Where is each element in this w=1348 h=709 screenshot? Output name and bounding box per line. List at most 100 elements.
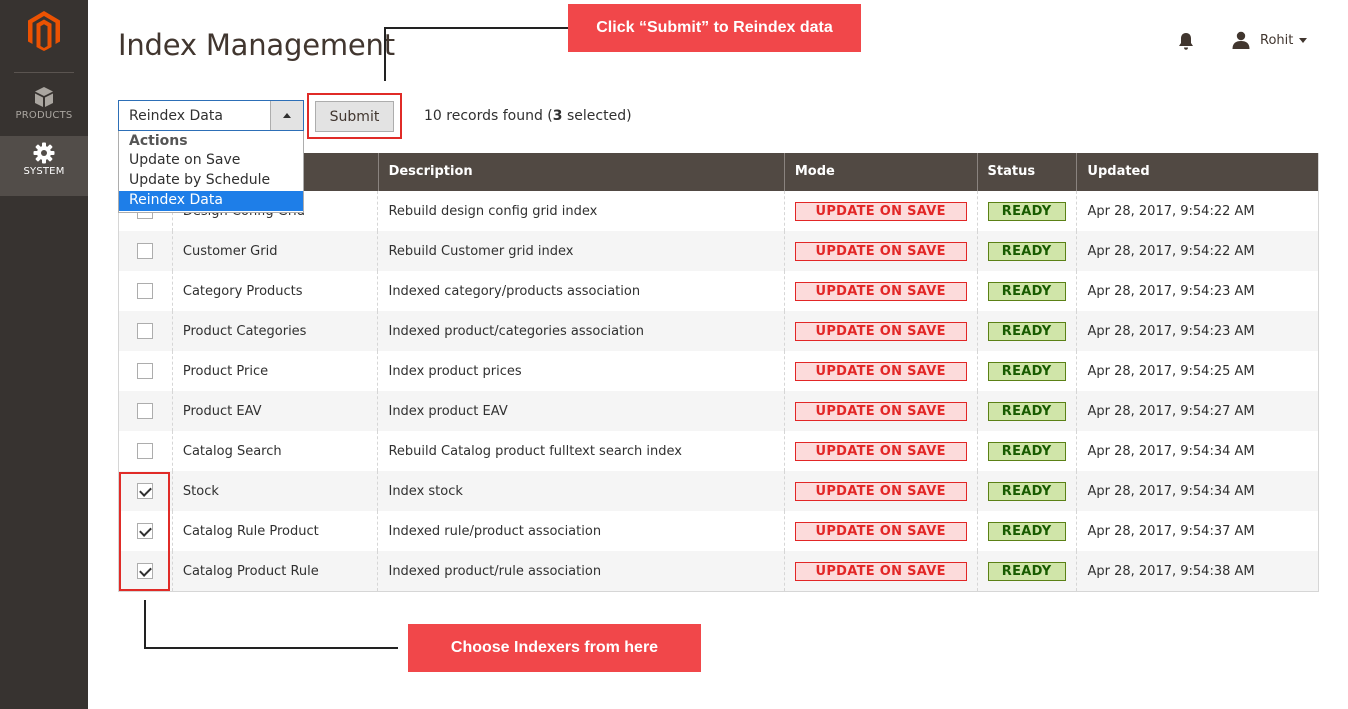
mode-badge: UPDATE ON SAVE [794, 521, 967, 541]
grid-body: Design Config GridRebuild design config … [119, 191, 1318, 591]
row-checkbox[interactable] [137, 363, 154, 379]
table-row: Category Products Indexed category/produc… [119, 271, 1318, 311]
indexer-description: Indexed category/products association [377, 271, 783, 311]
dropdown-group-label: Actions [129, 133, 188, 149]
sidebar-item-products[interactable]: PRODUCTS [0, 80, 88, 140]
option-update-by-schedule[interactable]: Update by Schedule [119, 171, 303, 191]
updated-timestamp: Apr 28, 2017, 9:54:34 AM [1076, 431, 1318, 471]
row-select-cell [119, 391, 172, 431]
callout-submit-hint: Click “Submit” to Reindex data [568, 4, 861, 52]
updated-timestamp: Apr 28, 2017, 9:54:38 AM [1076, 551, 1318, 591]
chevron-down-icon [1299, 37, 1308, 43]
table-row: Product Price Index product prices UPDATE … [119, 351, 1318, 391]
row-checkbox[interactable] [137, 323, 154, 339]
indexer-name: Product Categories [171, 311, 378, 351]
status-badge: READY [987, 201, 1066, 221]
mass-action-dropdown: Actions Update on Save Update by Schedul… [118, 131, 304, 213]
mode-cell: UPDATE ON SAVE [783, 231, 977, 271]
status-cell: READY [976, 191, 1077, 231]
row-select-cell [119, 311, 172, 351]
row-checkbox[interactable] [137, 403, 154, 419]
status-cell: READY [976, 551, 1077, 591]
mode-badge: UPDATE ON SAVE [794, 321, 967, 341]
option-update-on-save[interactable]: Update on Save [119, 151, 303, 171]
gear-icon [33, 142, 55, 164]
status-cell: READY [976, 391, 1077, 431]
status-cell: READY [976, 431, 1077, 471]
mass-action-select[interactable]: Reindex Data [118, 100, 304, 131]
callout-connector-line [144, 600, 146, 648]
mode-cell: UPDATE ON SAVE [783, 351, 977, 391]
column-header-description[interactable]: Description [377, 153, 784, 191]
sidebar-item-label: SYSTEM [23, 166, 65, 177]
indexer-name: Catalog Product Rule [171, 551, 378, 591]
column-header-updated[interactable]: Updated [1076, 153, 1318, 191]
mass-action-value: Reindex Data [129, 108, 223, 124]
indexer-name: Catalog Search [171, 431, 378, 471]
mode-cell: UPDATE ON SAVE [783, 191, 977, 231]
status-badge: READY [987, 361, 1066, 381]
indexer-description: Index stock [377, 471, 783, 511]
indexer-description: Indexed product/rule association [377, 551, 783, 591]
row-select-cell [119, 271, 172, 311]
admin-sidebar: PRODUCTS SYSTEM [0, 0, 88, 709]
status-cell: READY [976, 471, 1077, 511]
status-badge: READY [987, 481, 1066, 501]
table-row: Product Categories Indexed product/catego… [119, 311, 1318, 351]
updated-timestamp: Apr 28, 2017, 9:54:23 AM [1076, 271, 1318, 311]
submit-button[interactable]: Submit [315, 101, 394, 132]
updated-timestamp: Apr 28, 2017, 9:54:22 AM [1076, 191, 1318, 231]
table-row: Stock Index stock UPDATE ON SAVE READY Apr 2… [119, 471, 1318, 511]
records-prefix: 10 records found ( [424, 108, 553, 124]
status-badge: READY [987, 521, 1066, 541]
status-badge: READY [987, 321, 1066, 341]
sidebar-item-system[interactable]: SYSTEM [0, 136, 88, 196]
user-name: Rohit [1260, 32, 1294, 48]
row-checkbox[interactable] [137, 243, 154, 259]
notification-bell-icon[interactable] [1178, 32, 1194, 50]
page-title: Index Management [118, 28, 395, 62]
mode-cell: UPDATE ON SAVE [783, 311, 977, 351]
status-badge: READY [987, 561, 1066, 581]
indexer-description: Indexed product/categories association [377, 311, 783, 351]
row-checkbox[interactable] [137, 443, 154, 459]
sidebar-divider [14, 72, 74, 73]
records-count: 10 records found (3 selected) [424, 108, 632, 124]
user-icon [1232, 31, 1250, 49]
chevron-up-icon [283, 113, 291, 118]
table-row: Customer Grid Rebuild Customer grid index… [119, 231, 1318, 271]
indexer-description: Rebuild Customer grid index [377, 231, 783, 271]
mode-badge: UPDATE ON SAVE [794, 201, 967, 221]
column-header-status[interactable]: Status [976, 153, 1077, 191]
status-badge: READY [987, 241, 1066, 261]
status-cell: READY [976, 351, 1077, 391]
option-reindex-data[interactable]: Reindex Data [119, 191, 303, 211]
sidebar-item-label: PRODUCTS [15, 110, 73, 121]
indexer-description: Index product prices [377, 351, 783, 391]
mode-cell: UPDATE ON SAVE [783, 391, 977, 431]
table-row: Catalog Product Rule Indexed product/rule… [119, 551, 1318, 591]
updated-timestamp: Apr 28, 2017, 9:54:34 AM [1076, 471, 1318, 511]
callout-connector-line [384, 27, 386, 81]
column-header-mode[interactable]: Mode [783, 153, 977, 191]
indexer-name: Stock [171, 471, 378, 511]
user-menu[interactable]: Rohit [1232, 31, 1308, 49]
status-badge: READY [987, 281, 1066, 301]
mode-badge: UPDATE ON SAVE [794, 281, 967, 301]
callout-indexer-hint: Choose Indexers from here [408, 624, 701, 672]
row-checkbox[interactable] [137, 283, 154, 299]
status-cell: READY [976, 271, 1077, 311]
magento-logo-icon[interactable] [26, 10, 62, 52]
updated-timestamp: Apr 28, 2017, 9:54:37 AM [1076, 511, 1318, 551]
table-row: Catalog Rule Product Indexed rule/product… [119, 511, 1318, 551]
records-selected-count: 3 [552, 108, 563, 124]
cube-icon [35, 87, 53, 107]
mode-cell: UPDATE ON SAVE [783, 431, 977, 471]
select-toggle-button[interactable] [270, 101, 303, 130]
updated-timestamp: Apr 28, 2017, 9:54:25 AM [1076, 351, 1318, 391]
updated-timestamp: Apr 28, 2017, 9:54:22 AM [1076, 231, 1318, 271]
row-select-cell [119, 351, 172, 391]
indexer-name: Customer Grid [171, 231, 378, 271]
status-cell: READY [976, 311, 1077, 351]
indexer-description: Index product EAV [377, 391, 783, 431]
